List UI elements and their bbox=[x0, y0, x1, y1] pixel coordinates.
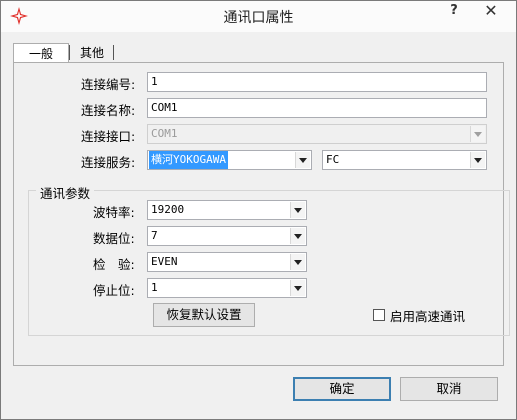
parity-select[interactable]: EVEN bbox=[147, 252, 307, 272]
chevron-down-icon[interactable] bbox=[290, 280, 305, 296]
conn-no-field[interactable]: 1 bbox=[147, 72, 487, 92]
stop-bits-select[interactable]: 1 bbox=[147, 278, 307, 298]
title-bar[interactable]: 通讯口属性 ? ✕ bbox=[1, 1, 516, 32]
chevron-down-icon[interactable] bbox=[290, 254, 305, 270]
baud-label: 波特率: bbox=[93, 205, 135, 220]
conn-service-select[interactable]: 横河YOKOGAWA bbox=[147, 150, 312, 170]
data-bits-select[interactable]: 7 bbox=[147, 226, 307, 246]
close-button[interactable]: ✕ bbox=[469, 1, 513, 23]
window-title: 通讯口属性 bbox=[223, 10, 294, 26]
stop-bits-value: 1 bbox=[151, 281, 158, 294]
conn-no-label: 连接编号: bbox=[81, 77, 136, 92]
tab-separator bbox=[69, 45, 70, 60]
protocol-value: FC bbox=[326, 153, 340, 166]
highspeed-label: 启用高速通讯 bbox=[390, 309, 466, 324]
parity-label: 检 验: bbox=[93, 257, 135, 272]
conn-name-value: COM1 bbox=[151, 101, 178, 114]
conn-port-select: COM1 bbox=[147, 124, 487, 144]
parity-value: EVEN bbox=[151, 255, 178, 268]
group-title: 通讯参数 bbox=[36, 183, 95, 202]
conn-service-value: 横河YOKOGAWA bbox=[149, 151, 228, 169]
tab-separator bbox=[113, 45, 114, 60]
stop-bits-label: 停止位: bbox=[93, 283, 135, 298]
baud-select[interactable]: 19200 bbox=[147, 200, 307, 220]
conn-name-label: 连接名称: bbox=[81, 103, 136, 118]
chevron-down-icon[interactable] bbox=[290, 202, 305, 218]
chevron-down-icon[interactable] bbox=[290, 228, 305, 244]
tab-other[interactable]: 其他 bbox=[76, 43, 116, 63]
chevron-down-icon[interactable] bbox=[295, 152, 310, 168]
properties-dialog: 通讯口属性 ? ✕ 一般 其他 连接编号: 1 连接名称: COM1 连接接口:… bbox=[0, 0, 517, 420]
data-bits-label: 数据位: bbox=[93, 231, 135, 246]
ok-button[interactable]: 确定 bbox=[293, 377, 391, 401]
help-button[interactable]: ? bbox=[441, 1, 467, 23]
chevron-down-icon[interactable] bbox=[470, 152, 485, 168]
conn-name-field[interactable]: COM1 bbox=[147, 98, 487, 118]
baud-value: 19200 bbox=[151, 203, 185, 216]
cancel-button[interactable]: 取消 bbox=[400, 377, 498, 401]
conn-service-label: 连接服务: bbox=[81, 155, 136, 170]
chevron-down-icon bbox=[470, 126, 485, 142]
tab-general[interactable]: 一般 bbox=[13, 43, 69, 63]
restore-defaults-button[interactable]: 恢复默认设置 bbox=[153, 303, 255, 327]
highspeed-checkbox[interactable] bbox=[373, 309, 385, 321]
protocol-select[interactable]: FC bbox=[322, 150, 487, 170]
data-bits-value: 7 bbox=[151, 229, 158, 242]
conn-port-label: 连接接口: bbox=[81, 129, 136, 144]
conn-port-value: COM1 bbox=[151, 127, 178, 140]
conn-no-value: 1 bbox=[151, 75, 158, 88]
